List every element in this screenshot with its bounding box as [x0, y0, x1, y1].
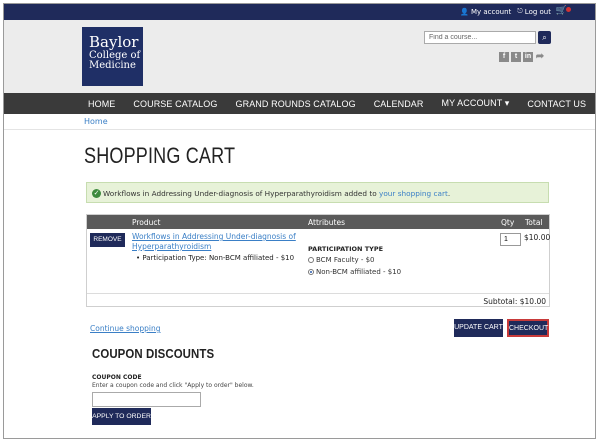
logout-icon: ⎋ [517, 7, 523, 15]
shopping-cart-link[interactable]: your shopping cart [379, 189, 448, 198]
product-attribute: • Participation Type: Non-BCM affiliated… [136, 254, 295, 262]
option-non-bcm[interactable]: Non-BCM affiliated - $10 [308, 268, 401, 276]
option-bcm-faculty[interactable]: BCM Faculty - $0 [308, 256, 375, 264]
coupon-title: COUPON DISCOUNTS [92, 346, 215, 361]
check-icon: ✓ [92, 189, 101, 198]
breadcrumb: Home [4, 114, 595, 130]
user-icon: 👤 [460, 7, 469, 16]
status-text: Workflows in Addressing Under-diagnosis … [103, 189, 380, 198]
nav-item-calendar[interactable]: CALENDAR [374, 99, 424, 109]
nav-item-course-catalog[interactable]: COURSE CATALOG [133, 99, 217, 109]
remove-button[interactable]: REMOVE [90, 233, 125, 247]
cart-table: Product Attributes Qty Total REMOVE Work… [86, 214, 550, 307]
coupon-code-input[interactable] [92, 392, 201, 407]
facebook-icon[interactable]: f [499, 52, 509, 62]
table-header: Product Attributes Qty Total [87, 215, 549, 229]
table-row: REMOVE Workflows in Addressing Under-dia… [87, 229, 551, 294]
cart-badge [566, 7, 571, 12]
nav-item-my-account[interactable]: MY ACCOUNT ▾ [442, 98, 510, 109]
line-total: $10.00 [524, 233, 551, 242]
subtotal: Subtotal: $10.00 [483, 297, 546, 306]
radio-bcm-faculty[interactable] [308, 257, 314, 263]
page-title: SHOPPING CART [84, 143, 236, 168]
apply-to-order-button[interactable]: APPLY TO ORDER [92, 408, 151, 425]
site-header: Baylor College of Medicine ⌕ f t in ➦ [4, 20, 595, 93]
logo-line-3: Medicine [89, 60, 136, 72]
main-nav: HOME COURSE CATALOG GRAND ROUNDS CATALOG… [4, 93, 595, 114]
option-bcm-faculty-label: BCM Faculty - $0 [316, 256, 375, 264]
col-total: Total [525, 218, 543, 227]
top-utility-bar: 👤 My account ⎋ Log out 🛒 [4, 4, 595, 20]
status-message: ✓ Workflows in Addressing Under-diagnosi… [86, 182, 549, 203]
col-qty: Qty [501, 218, 515, 227]
nav-item-home[interactable]: HOME [88, 99, 115, 109]
radio-non-bcm[interactable] [308, 269, 314, 275]
breadcrumb-home[interactable]: Home [84, 117, 108, 126]
col-product: Product [132, 218, 161, 227]
participation-type-heading: PARTICIPATION TYPE [308, 245, 384, 253]
logout-link[interactable]: ⎋ Log out [517, 7, 551, 16]
site-logo[interactable]: Baylor College of Medicine [82, 27, 143, 86]
nav-item-grand-rounds-catalog[interactable]: GRAND ROUNDS CATALOG [236, 99, 356, 109]
nav-item-contact-us[interactable]: CONTACT US [527, 99, 586, 109]
share-icon[interactable]: ➦ [535, 52, 545, 62]
search-input[interactable] [424, 31, 536, 44]
logo-line-1: Baylor [89, 33, 139, 51]
page-frame: 👤 My account ⎋ Log out 🛒 Baylor College of… [3, 3, 596, 439]
twitter-icon[interactable]: t [511, 52, 521, 62]
product-link[interactable]: Workflows in Addressing Under-diagnosis … [132, 232, 302, 252]
search-icon[interactable]: ⌕ [538, 31, 551, 44]
col-attributes: Attributes [308, 218, 346, 227]
checkout-button[interactable]: CHECKOUT [507, 319, 549, 337]
logout-label: Log out [524, 7, 551, 16]
continue-shopping-link[interactable]: Continue shopping [90, 324, 160, 333]
quantity-field[interactable] [500, 233, 521, 246]
linkedin-icon[interactable]: in [523, 52, 533, 62]
my-account-link[interactable]: 👤 My account [460, 8, 511, 16]
status-end: . [447, 189, 451, 198]
update-cart-button[interactable]: UPDATE CART [454, 319, 503, 337]
coupon-help-text: Enter a coupon code and click "Apply to … [92, 382, 254, 389]
social-links: f t in ➦ [499, 52, 545, 62]
my-account-label: My account [470, 7, 512, 16]
coupon-code-label: COUPON CODE [92, 374, 142, 381]
option-non-bcm-label: Non-BCM affiliated - $10 [316, 268, 402, 276]
